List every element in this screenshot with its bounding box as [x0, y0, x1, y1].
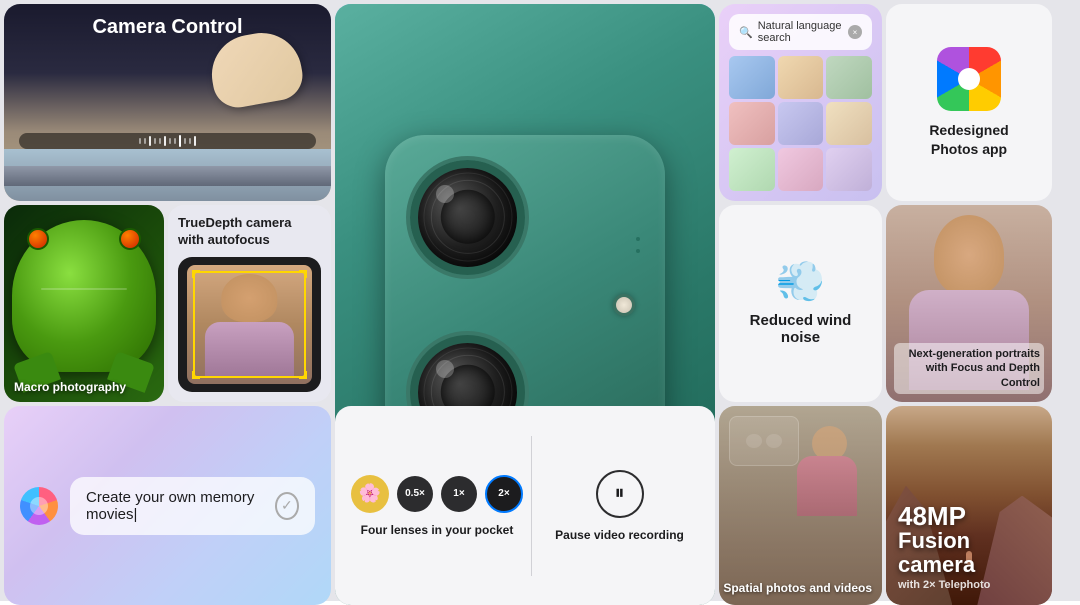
check-button[interactable]: ✓ — [275, 492, 299, 520]
wind-noise-label: Reduced wind noise — [735, 312, 866, 346]
camera-control-card: Camera Control — [4, 4, 331, 201]
macro-lens-icon: 🌸 — [351, 475, 389, 513]
pause-button[interactable]: ⏸ — [596, 470, 644, 518]
lens-0-5x[interactable]: 0.5× — [397, 476, 433, 512]
photos-app-icon — [937, 47, 1001, 111]
feature-grid: Camera Control — [0, 0, 1080, 601]
flash-unit — [613, 294, 635, 316]
search-bar[interactable]: 🔍 Natural language search × — [729, 14, 872, 50]
reduced-wind-card: 💨 Reduced wind noise — [719, 205, 882, 402]
fusion-camera-card: 48MP Fusion camera with 2× Telephoto — [886, 406, 1052, 605]
truedepth-label: TrueDepth camera with autofocus — [178, 215, 321, 249]
portraits-label: Next-generation portraits with Focus and… — [894, 343, 1044, 394]
redesigned-photos-card: RedesignedPhotos app — [886, 4, 1052, 201]
search-magnifier-icon: 🔍 — [739, 26, 753, 39]
siri-icon — [20, 487, 58, 525]
fusion-sub-label: with 2× Telephoto — [898, 579, 1052, 591]
section-divider — [531, 436, 532, 576]
memory-text: Create your own memory movies| — [86, 489, 275, 523]
macro-label: Macro photography — [14, 380, 126, 394]
truedepth-card: TrueDepth camera with autofocus — [168, 205, 331, 402]
lenses-label: Four lenses in your pocket — [361, 523, 514, 537]
camera-control-title: Camera Control — [4, 16, 331, 39]
lens-top — [410, 160, 525, 275]
natural-search-card: 🔍 Natural language search × — [719, 4, 882, 201]
pause-section: ⏸ Pause video recording — [540, 470, 699, 542]
finger-graphic — [206, 27, 307, 112]
portraits-card: Next-generation portraits with Focus and… — [886, 205, 1052, 402]
phone-mockup — [178, 257, 321, 392]
lenses-pause-card: 🌸 0.5× 1× 2× Four lenses in your pocket … — [335, 406, 715, 605]
lens-1x[interactable]: 1× — [441, 476, 477, 512]
spatial-card: Spatial photos and videos — [719, 406, 882, 605]
frog-body — [12, 220, 156, 372]
memory-input-box[interactable]: Create your own memory movies| ✓ — [70, 477, 315, 535]
memory-movies-card[interactable]: Create your own memory movies| ✓ — [4, 406, 331, 605]
search-text: Natural language search — [758, 20, 843, 44]
spatial-label: Spatial photos and videos — [723, 581, 872, 595]
wind-icon: 💨 — [776, 262, 826, 302]
fusion-text: 48MP Fusion camera with 2× Telephoto — [898, 503, 1052, 591]
search-clear-button[interactable]: × — [848, 25, 862, 39]
pause-label: Pause video recording — [555, 528, 684, 542]
fusion-mp-label: 48MP — [898, 503, 1052, 529]
lens-2x[interactable]: 2× — [485, 475, 523, 513]
fusion-camera-label: Fusion camera — [898, 529, 1052, 577]
lenses-section: 🌸 0.5× 1× 2× Four lenses in your pocket — [351, 475, 523, 537]
redesigned-photos-label: RedesignedPhotos app — [929, 121, 1008, 157]
macro-photography-card: Macro photography — [4, 205, 164, 402]
camera-slider — [19, 133, 316, 149]
